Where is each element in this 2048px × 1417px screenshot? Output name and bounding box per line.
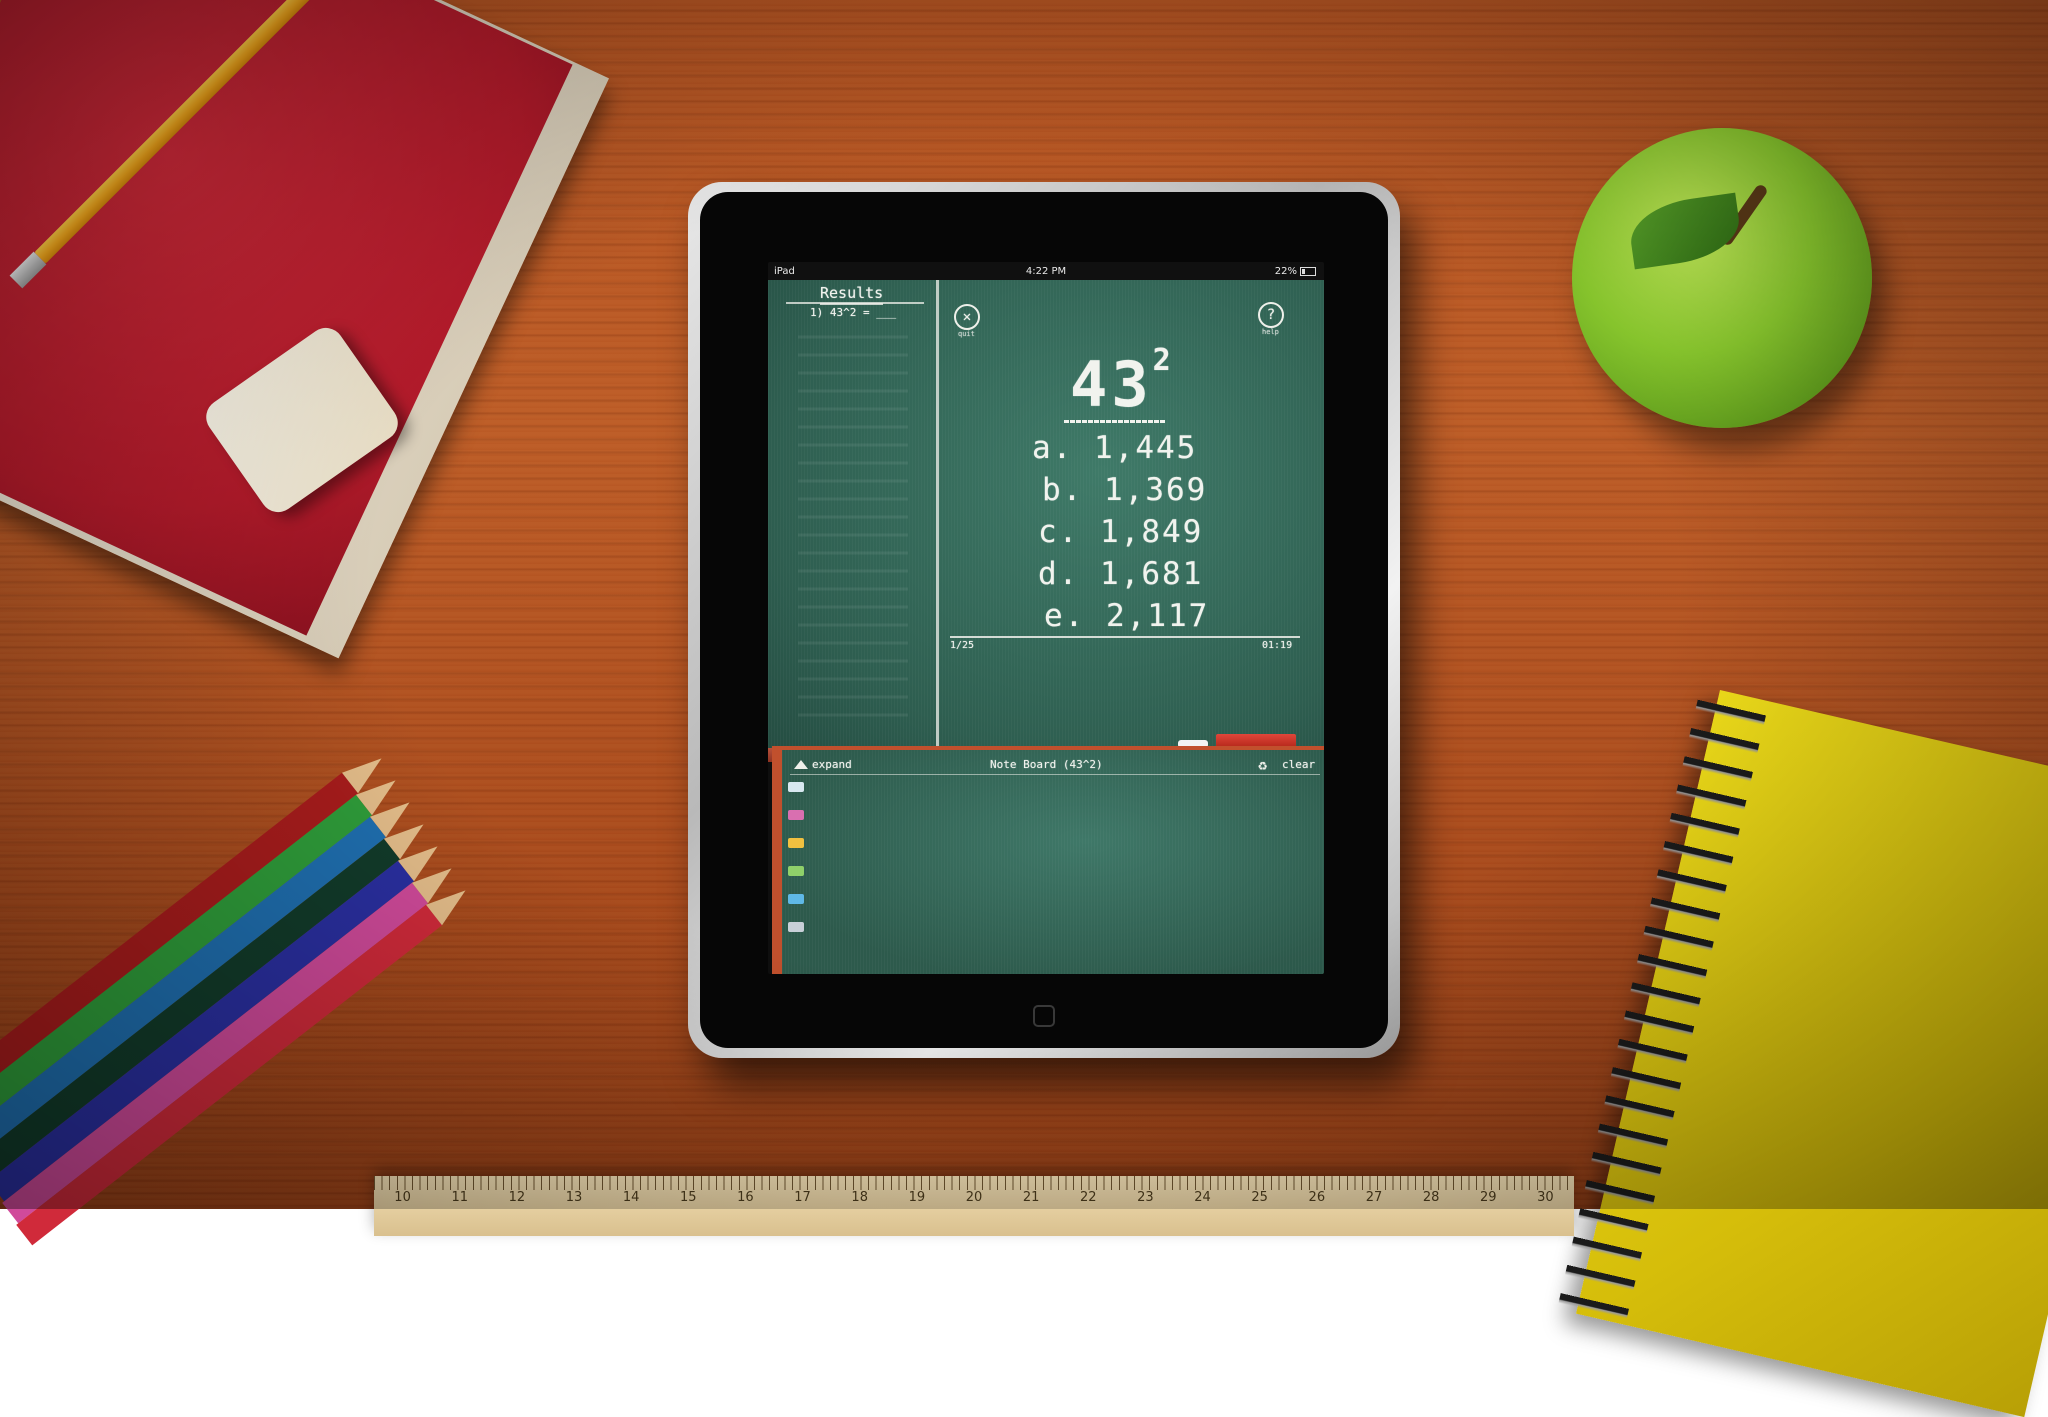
ruler-number: 21 [1022,1190,1040,1205]
results-panel: Results 1) 43^2 = ___ [768,280,939,760]
choice-a[interactable]: a. 1,445 [1032,430,1197,466]
ruler-number: 23 [1137,1190,1154,1205]
timer: 01:19 [1262,640,1293,651]
results-item: 1) 43^2 = ___ [810,306,897,319]
results-placeholder-list [798,324,908,724]
chalk-color-option[interactable] [788,810,804,820]
question-underline [1064,420,1166,423]
battery-icon [1300,266,1316,276]
chalk-color-option[interactable] [788,894,804,904]
chalk-color-option[interactable] [788,838,804,848]
choice-d[interactable]: d. 1,681 [1038,556,1203,592]
choice-letter: c. [1038,514,1080,550]
help-button[interactable]: ? [1258,302,1284,328]
choice-value: 1,369 [1104,472,1208,508]
ruler-number: 25 [1251,1190,1268,1205]
choice-b[interactable]: b. 1,369 [1042,472,1207,508]
ruler-number: 29 [1479,1190,1497,1205]
close-icon: ✕ [962,309,972,325]
help-caption: help [1262,328,1279,336]
ipad-screen: iPad 4:22 PM 22% Results 1) 43^2 = ___ ✕… [768,262,1324,974]
ruler-number: 14 [622,1190,640,1205]
ruler-number: 19 [908,1190,926,1205]
ruler-number: 26 [1308,1190,1326,1205]
note-board-header: expand Note Board (43^2) ♻ clear [790,756,1320,775]
results-divider [786,302,924,304]
ruler-number: 16 [737,1190,754,1205]
expand-button[interactable]: expand [812,758,852,771]
chalk-color-option[interactable] [788,922,804,932]
ruler-number: 12 [508,1190,526,1205]
choice-letter: d. [1038,556,1080,592]
choice-value: 1,849 [1100,514,1204,550]
ruler-number: 10 [394,1190,411,1205]
status-bar: iPad 4:22 PM 22% [768,262,1324,280]
ruler-number: 11 [451,1190,468,1205]
question-counter: 1/25 [950,640,975,651]
choice-letter: e. [1044,598,1086,634]
chalk-color-option[interactable] [788,866,804,876]
help-icon: ? [1266,307,1276,323]
choice-value: 1,445 [1094,430,1198,466]
choice-value: 1,681 [1100,556,1204,592]
ruler-numbers: 10 11 12 13 14 15 16 17 18 19 20 21 22 23 24 25 26 27 28 29… [374,1190,1574,1205]
question: 432 [1070,343,1175,421]
ruler-number: 22 [1079,1190,1097,1205]
question-base: 43 [1070,348,1153,421]
battery-status: 22% [1275,266,1316,277]
choice-letter: a. [1032,430,1074,466]
ruler-number: 28 [1422,1190,1440,1205]
green-apple [1572,128,1872,428]
ruler-number: 24 [1194,1190,1211,1205]
ruler-ticks [374,1176,1574,1190]
ruler-number: 13 [565,1190,583,1205]
chalk-color-option[interactable] [788,782,804,792]
battery-percent: 22% [1274,265,1297,277]
choice-letter: b. [1042,472,1084,508]
chalkboard: Results 1) 43^2 = ___ ✕ quit ? help 432 … [768,280,1324,762]
ruler-number: 27 [1365,1190,1383,1205]
ruler-number: 15 [680,1190,697,1205]
quit-button[interactable]: ✕ [954,304,980,330]
ruler-number: 17 [794,1190,811,1205]
progress-line [950,636,1300,638]
home-button[interactable] [1033,1005,1055,1027]
expand-icon[interactable] [794,760,808,769]
status-time: 4:22 PM [1025,265,1067,277]
choice-value: 2,117 [1106,598,1210,634]
ruler-number: 20 [965,1190,983,1205]
choice-c[interactable]: c. 1,849 [1038,514,1203,550]
ruler: 10 11 12 13 14 15 16 17 18 19 20 21 22 23 24 25 26 27 28 29… [374,1176,1574,1236]
chalk-color-picker [788,782,808,950]
note-board-title: Note Board (43^2) [990,758,1103,771]
question-exponent: 2 [1152,343,1175,379]
recycle-icon[interactable]: ♻ [1258,756,1267,774]
choice-e[interactable]: e. 2,117 [1044,598,1209,634]
clear-button[interactable]: clear [1282,758,1315,771]
quit-caption: quit [958,330,975,338]
note-board[interactable]: expand Note Board (43^2) ♻ clear [772,746,1324,974]
ruler-number: 30 [1537,1190,1554,1205]
ruler-number: 18 [851,1190,868,1205]
